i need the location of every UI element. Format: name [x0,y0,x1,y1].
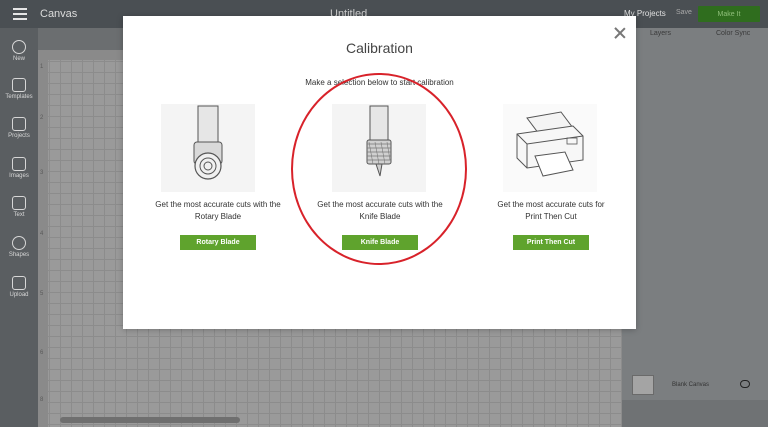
right-panel: Layers Color Sync [622,28,768,427]
blank-canvas-swatch[interactable] [632,375,654,395]
sidebar-item-label: Text [13,212,25,218]
upload-icon [12,276,26,290]
eye-icon[interactable] [740,380,750,388]
sidebar-item-label: New [12,56,25,62]
sidebar-item-label: Images [9,173,29,179]
description-line: Get the most accurate cuts with the [317,200,443,209]
blank-canvas-label: Blank Canvas [672,382,710,388]
sidebar-item-text[interactable]: Text [0,196,38,218]
modal-title: Calibration [346,40,413,56]
ruler-number: 5 [40,291,44,297]
rotary-blade-button[interactable]: Rotary Blade [180,235,256,250]
option-description: Get the most accurate cuts for Print The… [461,199,641,223]
projects-icon [12,117,26,131]
sidebar-item-shapes[interactable]: Shapes [0,236,38,258]
ruler-number: 1 [40,64,44,70]
app-name: Canvas [40,8,78,20]
sidebar-item-new[interactable]: New [0,40,38,62]
option-description: Get the most accurate cuts with the Rota… [128,199,308,223]
plus-icon [12,40,26,54]
ruler-number: 3 [40,170,44,176]
rotary-blade-icon [161,104,255,192]
save-link[interactable]: Save [676,9,692,16]
sidebar-item-images[interactable]: Images [0,157,38,179]
knife-blade-icon [332,104,426,192]
images-icon [12,157,26,171]
description-line: Print Then Cut [525,212,577,221]
description-line: Rotary Blade [194,212,242,221]
left-sidebar: New Templates Projects Images Text Shape… [0,28,38,427]
tab-color-sync[interactable]: Color Sync [716,30,750,37]
modal-subtitle: Make a selection below to start calibrat… [305,78,454,87]
knife-blade-button[interactable]: Knife Blade [342,235,418,250]
ruler-number: 2 [40,115,44,121]
sidebar-item-label: Shapes [8,252,30,258]
print-then-cut-button[interactable]: Print Then Cut [513,235,589,250]
sidebar-item-templates[interactable]: Templates [0,78,38,100]
shapes-icon [12,236,26,250]
sidebar-item-projects[interactable]: Projects [0,117,38,139]
printer-icon [503,104,597,192]
calibration-modal: Calibration Make a selection below to st… [123,16,636,329]
ruler-number: 8 [40,397,44,403]
make-it-button[interactable]: Make It [698,6,760,22]
menu-icon[interactable] [0,0,40,28]
shirt-icon [12,78,26,92]
description-line: Get the most accurate cuts with the [155,200,281,209]
ruler-number: 6 [40,350,44,356]
left-ruler: 1 2 3 4 5 6 8 [38,60,48,427]
horizontal-scrollbar[interactable] [60,417,240,423]
ruler-number: 4 [40,231,44,237]
close-icon[interactable] [613,26,627,40]
description-line: Knife Blade [359,212,401,221]
sidebar-item-label: Projects [8,133,30,139]
description-line: Get the most accurate cuts for [497,200,605,209]
tab-layers[interactable]: Layers [650,30,671,37]
option-description: Get the most accurate cuts with the Knif… [290,199,470,223]
sidebar-item-label: Upload [9,292,29,298]
text-icon [12,196,26,210]
sidebar-item-upload[interactable]: Upload [0,276,38,298]
sidebar-item-label: Templates [5,94,33,100]
layer-actions-bar [622,400,768,427]
